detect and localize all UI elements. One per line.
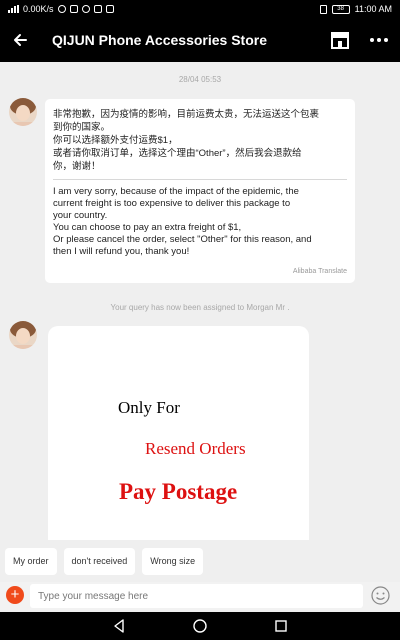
message-input[interactable] bbox=[30, 584, 363, 608]
chat-app-icon bbox=[105, 5, 114, 13]
status-right: 38 11:00 AM bbox=[319, 4, 392, 14]
nav-recent-button[interactable] bbox=[272, 617, 290, 635]
system-note: Your query has now been assigned to Morg… bbox=[110, 303, 290, 312]
page-title: QIJUN Phone Accessories Store bbox=[52, 32, 268, 48]
vibrate-icon bbox=[319, 4, 327, 14]
app-bar: QIJUN Phone Accessories Store bbox=[0, 18, 400, 62]
browser-icon bbox=[81, 5, 90, 13]
nav-recent-icon bbox=[275, 620, 287, 632]
message-bubble[interactable]: 非常抱歉，因为疫情的影响，目前运费太贵，无法运送这个包裹 到你的国家。 你可以选… bbox=[45, 99, 355, 283]
nav-back-icon bbox=[114, 619, 124, 633]
nav-home-icon bbox=[193, 619, 207, 633]
seller-avatar[interactable] bbox=[9, 321, 37, 349]
clock: 11:00 AM bbox=[354, 4, 392, 14]
back-button[interactable] bbox=[0, 18, 40, 62]
chinese-message: 非常抱歉，因为疫情的影响，目前运费太贵，无法运送这个包裹 到你的国家。 你可以选… bbox=[53, 108, 347, 173]
emoji-button[interactable] bbox=[371, 586, 390, 605]
signal-icon bbox=[8, 5, 19, 13]
avatar-image bbox=[9, 321, 37, 349]
nav-back-button[interactable] bbox=[110, 617, 128, 635]
english-line: your country. bbox=[53, 210, 108, 221]
image-text-resend-orders: Resend Orders bbox=[145, 439, 246, 458]
store-button[interactable] bbox=[327, 28, 353, 52]
quick-reply-not-received[interactable]: don't received bbox=[63, 547, 136, 575]
whatsapp-icon bbox=[57, 5, 66, 13]
quick-reply-my-order[interactable]: My order bbox=[5, 547, 57, 575]
image-text-pay-postage: Pay Postage bbox=[119, 479, 238, 504]
chinese-line: 或者请你取消订单，选择这个理由“Other”，然后我会退款给 bbox=[53, 148, 302, 159]
more-button[interactable] bbox=[364, 28, 394, 52]
seller-avatar[interactable] bbox=[9, 98, 37, 126]
status-bar: 0.00K/s 38 11:00 AM bbox=[0, 0, 400, 18]
english-line: You can choose to pay an extra freight o… bbox=[53, 222, 242, 233]
translation-label: Alibaba Translate bbox=[292, 268, 347, 275]
mail-icon bbox=[93, 5, 102, 13]
english-line: then I will refund you, thank you! bbox=[53, 246, 190, 257]
message-timestamp: 28/04 05:53 bbox=[178, 75, 222, 84]
translated-message: I am very sorry, because of the impact o… bbox=[53, 186, 347, 258]
more-dots-icon bbox=[370, 38, 388, 42]
chinese-line: 你，谢谢！ bbox=[53, 161, 101, 172]
back-arrow-icon bbox=[14, 34, 27, 46]
chinese-line: 非常抱歉，因为疫情的影响，目前运费太贵，无法运送这个包裹 bbox=[53, 109, 320, 120]
status-left: 0.00K/s bbox=[8, 4, 114, 14]
image-text-only-for: Only For bbox=[118, 398, 180, 417]
chat-area[interactable]: 28/04 05:53 非常抱歉，因为疫情的影响，目前运费太贵，无法运送这个包裹… bbox=[0, 62, 400, 540]
battery-icon: 38 bbox=[331, 4, 350, 14]
network-speed: 0.00K/s bbox=[23, 4, 54, 14]
english-line: I am very sorry, because of the impact o… bbox=[53, 186, 299, 197]
quick-replies: My order don't received Wrong size bbox=[0, 540, 400, 582]
plus-icon: + bbox=[10, 586, 20, 603]
battery-level: 38 bbox=[337, 6, 344, 12]
translation-divider bbox=[53, 179, 347, 180]
emoji-icon bbox=[371, 586, 390, 605]
image-message[interactable]: Only For Resend Orders Pay Postage bbox=[48, 326, 309, 540]
system-nav-bar bbox=[0, 612, 400, 640]
chinese-line: 你可以选择额外支付运费$1， bbox=[53, 135, 178, 146]
english-line: current freight is too expensive to deli… bbox=[53, 198, 291, 209]
message-composer: + bbox=[0, 582, 400, 610]
chinese-line: 到你的国家。 bbox=[53, 122, 111, 133]
nav-home-button[interactable] bbox=[191, 617, 209, 635]
add-attachment-button[interactable]: + bbox=[6, 586, 24, 604]
quick-reply-wrong-size[interactable]: Wrong size bbox=[142, 547, 204, 575]
store-icon bbox=[331, 32, 349, 49]
notification-icon bbox=[69, 5, 78, 13]
avatar-image bbox=[9, 98, 37, 126]
english-line: Or please cancel the order, select "Othe… bbox=[53, 234, 312, 245]
